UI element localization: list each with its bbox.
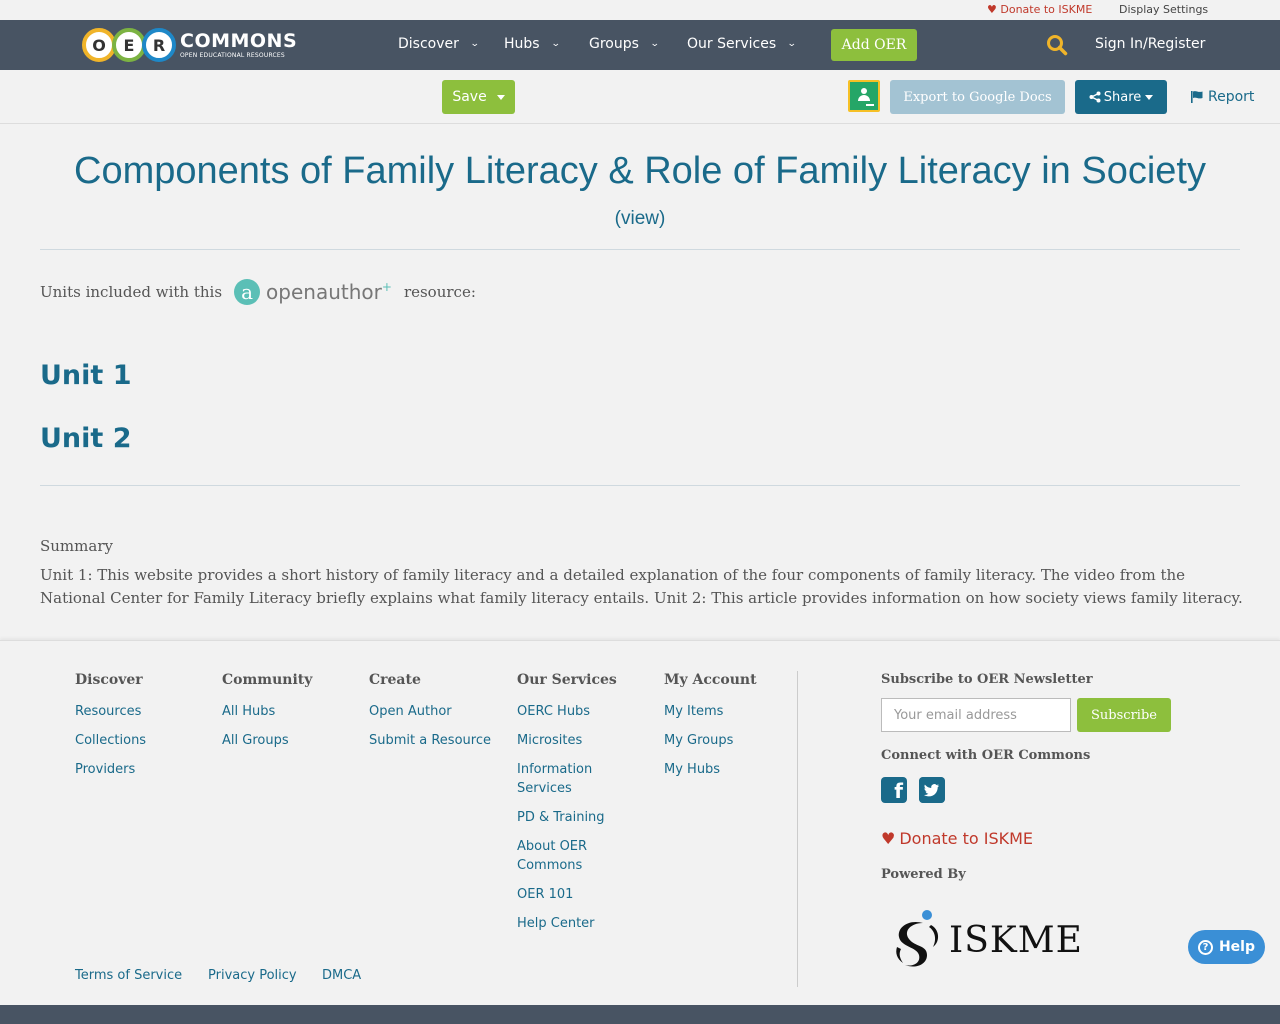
footer-link[interactable]: OERC Hubs [517,702,617,721]
logo-title: COMMONS [180,29,298,52]
footer-heading: Create [369,672,421,688]
chevron-down-icon: ⌄ [787,39,797,49]
main-nav: O E R COMMONS OPEN EDUCATIONAL RESOURCES… [0,20,1280,70]
footer-heading: Our Services [517,672,617,688]
logo-letter-o: O [82,28,116,62]
footer-column-discover: Discover Resources Collections Providers [75,672,195,789]
export-google-docs-button[interactable]: Export to Google Docs [890,80,1065,114]
iskme-logo[interactable]: ISKME [893,907,1083,973]
nav-groups[interactable]: Groups ⌄ [589,36,660,52]
footer-link[interactable]: Resources [75,702,195,721]
iskme-wordmark: ISKME [949,919,1083,961]
footer-link[interactable]: PD & Training [517,808,617,827]
signin-register-link[interactable]: Sign In/Register [1095,36,1205,52]
iskme-swirl-icon [896,910,939,967]
donate-link[interactable]: ♥ Donate to ISKME [987,3,1092,16]
summary-text: Unit 1: This website provides a short hi… [40,566,1243,607]
footer-column-our-services: Our Services OERC Hubs Microsites Inform… [517,672,617,943]
newsletter-title: Subscribe to OER Newsletter [881,672,1093,687]
help-button[interactable]: ? Help [1188,930,1265,964]
logo-wordmark: COMMONS OPEN EDUCATIONAL RESOURCES [180,29,298,59]
connect-title: Connect with OER Commons [881,748,1091,763]
footer-link[interactable]: Help Center [517,914,617,933]
subscribe-button[interactable]: Subscribe [1077,698,1171,732]
privacy-policy-link[interactable]: Privacy Policy [208,968,297,983]
footer-donate-link[interactable]: ♥ Donate to ISKME [881,829,1033,848]
footer-column-community: Community All Hubs All Groups [222,672,342,760]
openauthor-a-icon: a [234,279,261,305]
heart-icon: ♥ [987,3,997,16]
save-button[interactable]: Save [442,80,515,114]
footer-column-create: Create Open Author Submit a Resource [369,672,499,760]
footer-link[interactable]: Collections [75,731,195,750]
divider [40,249,1240,250]
footer-heading: Discover [75,672,143,688]
powered-by-label: Powered By [881,867,966,882]
caret-down-icon [496,94,505,100]
site-footer: Discover Resources Collections Providers… [0,640,1280,1005]
footer-link[interactable]: My Groups [664,731,784,750]
resource-main: Components of Family Literacy & Role of … [0,124,1280,639]
openauthor-logo: a openauthor+ [234,279,392,305]
chevron-down-icon: ⌄ [649,39,660,49]
report-link[interactable]: Report [1190,89,1254,105]
footer-link[interactable]: All Hubs [222,702,342,721]
twitter-icon[interactable] [919,777,945,803]
display-settings-link[interactable]: Display Settings [1119,3,1208,16]
facebook-icon[interactable]: f [881,777,907,803]
resource-toolbar: Save Export to Google Docs Share Report [0,70,1280,124]
resource-title: Components of Family Literacy & Role of … [74,150,1206,192]
chevron-down-icon: ⌄ [550,39,561,49]
question-icon: ? [1197,939,1213,955]
bottom-bar [0,1005,1280,1024]
flag-icon [1191,91,1203,103]
divider [40,485,1240,486]
utility-bar: ♥ Donate to ISKME Display Settings [0,0,1280,20]
units-intro: Units included with this a openauthor+ r… [40,279,476,305]
footer-link[interactable]: Submit a Resource [369,731,499,750]
oer-commons-logo[interactable]: O E R COMMONS OPEN EDUCATIONAL RESOURCES [82,25,297,65]
footer-link[interactable]: Microsites [517,731,617,750]
nav-discover[interactable]: Discover ⌄ [398,36,480,52]
summary-label: Summary [40,537,113,555]
share-icon [1089,91,1101,103]
dmca-link[interactable]: DMCA [322,968,361,983]
nav-hubs[interactable]: Hubs ⌄ [504,36,561,52]
logo-letter-r: R [142,28,176,62]
logo-subtitle: OPEN EDUCATIONAL RESOURCES [180,51,285,59]
footer-link[interactable]: Providers [75,760,195,779]
chevron-down-icon: ⌄ [469,39,480,49]
footer-link[interactable]: Open Author [369,702,499,721]
view-link[interactable]: (view) [0,208,1280,230]
footer-heading: Community [222,672,313,688]
search-icon[interactable] [1046,34,1068,56]
footer-link[interactable]: About OER Commons [517,837,617,875]
footer-link[interactable]: OER 101 [517,885,617,904]
openauthor-wordmark: openauthor+ [266,280,392,304]
footer-heading: My Account [664,672,757,688]
unit-link[interactable]: Unit 2 [40,423,132,454]
footer-link[interactable]: Information Services [517,760,617,798]
footer-link[interactable]: My Hubs [664,760,784,779]
google-classroom-icon[interactable] [848,80,880,112]
logo-letter-e: E [112,28,146,62]
caret-down-icon [1145,94,1154,100]
unit-link[interactable]: Unit 1 [40,360,132,391]
terms-of-service-link[interactable]: Terms of Service [75,968,182,983]
add-oer-button[interactable]: Add OER [831,29,917,61]
nav-our-services[interactable]: Our Services ⌄ [687,36,797,52]
footer-link[interactable]: All Groups [222,731,342,750]
share-button[interactable]: Share [1075,80,1167,114]
footer-column-my-account: My Account My Items My Groups My Hubs [664,672,784,789]
heart-icon: ♥ [881,829,896,848]
footer-divider [797,671,798,987]
newsletter-email-input[interactable] [881,698,1071,732]
footer-link[interactable]: My Items [664,702,784,721]
